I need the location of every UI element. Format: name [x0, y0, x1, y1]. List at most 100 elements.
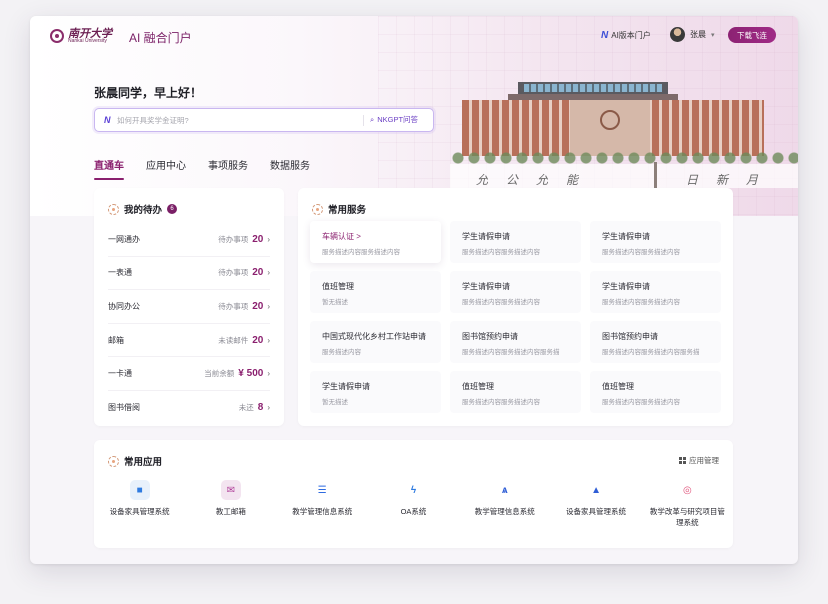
- people-icon: ѧ: [494, 480, 515, 500]
- service-item[interactable]: 图书馆预约申请 服务描述内容服务描述内容服务描: [450, 321, 581, 363]
- tab-zhitongche[interactable]: 直通车: [94, 157, 124, 180]
- nkgpt-ask-button[interactable]: ⌕ NKGPT问答: [370, 114, 418, 125]
- service-description: 服务描述内容: [322, 349, 361, 356]
- todo-item-name: 图书借阅: [108, 403, 140, 413]
- common-apps-card: 常用应用 应用管理 ■ 设备家具管理系统 ✉ 教工邮箱 ☰ 教学管理信息系统 ϟ OA系统 ѧ 教…: [94, 440, 733, 548]
- app-name: 教学改革与研究项目管理系统: [649, 507, 725, 527]
- service-name: 学生请假申请: [602, 232, 650, 241]
- app-name: 设备家具管理系统: [109, 507, 170, 516]
- flower-icon: [312, 203, 323, 215]
- chevron-right-icon: ›: [267, 234, 270, 244]
- service-description: 服务描述内容服务描述内容: [602, 249, 680, 256]
- app-manage-button[interactable]: 应用管理: [679, 455, 719, 466]
- greeting-text: 张晨同学，早上好！: [94, 86, 203, 100]
- logo-name-en: Nankai University: [68, 38, 107, 44]
- university-logo[interactable]: 南开大学 Nankai University: [50, 28, 112, 44]
- todo-item-label: 未读邮件: [218, 335, 249, 345]
- todo-item[interactable]: 一表通 待办事项 20 ›: [108, 257, 270, 291]
- chevron-right-icon: ›: [267, 301, 270, 311]
- services-card-title: 常用服务: [312, 202, 366, 216]
- tab-app-center[interactable]: 应用中心: [146, 157, 186, 180]
- service-item[interactable]: 车辆认证 > 服务描述内容服务描述内容: [310, 221, 441, 263]
- app-item[interactable]: ✉ 教工邮箱: [185, 480, 276, 528]
- apps-title: 常用应用: [124, 457, 163, 468]
- services-grid: 车辆认证 > 服务描述内容服务描述内容 学生请假申请 服务描述内容服务描述内容 学生请假…: [310, 221, 722, 413]
- app-item[interactable]: ϟ OA系统: [368, 480, 459, 528]
- service-description: 暂无描述: [322, 399, 348, 406]
- service-name: 值班管理: [322, 282, 354, 291]
- service-name: 学生请假申请: [322, 382, 370, 391]
- todo-list: 一网通办 待办事项 20 › 一表通 待办事项 20 › 协同办公 待办事项 20 › 邮箱…: [108, 223, 270, 425]
- todo-item-value: 20: [252, 334, 264, 346]
- service-name: 值班管理: [462, 382, 494, 391]
- service-item[interactable]: 学生请假申请服务描述内容服务描述内容: [590, 221, 721, 263]
- service-item[interactable]: 值班管理服务描述内容服务描述内容: [450, 371, 581, 413]
- todo-item-value: ¥ 500: [238, 368, 264, 380]
- main-tabs: 直通车 应用中心 事项服务 数据服务: [94, 157, 310, 180]
- todo-item[interactable]: 图书借阅 未还 8 ›: [108, 391, 270, 425]
- video-camera-icon: ■: [129, 480, 150, 500]
- colorful-icon: ◎: [677, 480, 698, 500]
- todo-item[interactable]: 一卡通 当前余额 ¥ 500 ›: [108, 357, 270, 391]
- todo-item-value: 20: [252, 267, 264, 279]
- triangle-icon: ▲: [586, 480, 607, 500]
- chevron-right-icon: ›: [267, 335, 270, 345]
- service-item[interactable]: 图书馆预约申请 服务描述内容服务描述内容服务描: [590, 321, 721, 363]
- service-name: 车辆认证 >: [322, 232, 361, 241]
- campus-building-image: 允公允能 日新月异: [450, 76, 798, 204]
- app-name: OA系统: [400, 507, 427, 516]
- top-bar: 南开大学 Nankai University AI 融合门户 N AI版本门户 …: [30, 16, 798, 56]
- service-name: 中国式现代化乡村工作站申请: [322, 332, 426, 341]
- ai-portal-link[interactable]: N AI版本门户: [601, 30, 651, 41]
- services-title: 常用服务: [328, 205, 367, 216]
- todo-item[interactable]: 邮箱 未读邮件 20 ›: [108, 324, 270, 358]
- mail-icon: ✉: [220, 480, 241, 500]
- todo-item-label: 未还: [238, 403, 254, 413]
- search-input[interactable]: [117, 112, 357, 128]
- service-item[interactable]: 学生请假申请 服务描述内容服务描述内容: [450, 221, 581, 263]
- todo-item-name: 邮箱: [108, 335, 124, 345]
- app-item[interactable]: ◎ 教学改革与研究项目管理系统: [642, 480, 733, 528]
- service-item[interactable]: 值班管理 服务描述内容服务描述内容: [590, 371, 721, 413]
- chevron-right-icon: ›: [267, 403, 270, 413]
- todo-item-value: 20: [252, 233, 264, 245]
- todo-item-label: 待办事项: [218, 268, 249, 278]
- service-item[interactable]: 学生请假申请 服务描述内容服务描述内容: [590, 271, 721, 313]
- service-name: 图书馆预约申请: [462, 332, 518, 341]
- tab-affairs-service[interactable]: 事项服务: [208, 157, 248, 180]
- todo-card: 我的待办 6 一网通办 待办事项 20 › 一表通 待办事项 20 › 协同办公 待办事…: [94, 188, 284, 426]
- service-item[interactable]: 值班管理 暂无描述: [310, 271, 441, 313]
- service-item[interactable]: 中国式现代化乡村工作站申请 服务描述内容: [310, 321, 441, 363]
- search-divider: [363, 115, 364, 126]
- app-item[interactable]: ■ 设备家具管理系统: [94, 480, 185, 528]
- todo-item[interactable]: 协同办公 待办事项 20 ›: [108, 290, 270, 324]
- app-item[interactable]: ☰ 教学管理信息系统: [277, 480, 368, 528]
- list-icon: ☰: [312, 480, 333, 500]
- todo-item-label: 待办事项: [218, 301, 249, 311]
- service-description: 服务描述内容服务描述内容: [462, 399, 540, 406]
- grid-icon: [679, 457, 686, 464]
- todo-item-name: 一网通办: [108, 234, 140, 244]
- flower-icon: [108, 455, 119, 467]
- app-manage-label: 应用管理: [689, 456, 719, 465]
- download-feilian-button[interactable]: 下载飞连: [728, 27, 776, 43]
- service-description: 暂无描述: [322, 299, 348, 306]
- apps-card-title: 常用应用: [108, 454, 162, 468]
- app-item[interactable]: ѧ 教学管理信息系统: [459, 480, 550, 528]
- todo-item-label: 当前余额: [204, 369, 235, 379]
- service-item[interactable]: 学生请假申请 暂无描述: [310, 371, 441, 413]
- search-bar: N ⌕ NKGPT问答: [94, 108, 434, 132]
- app-item[interactable]: ▲ 设备家具管理系统: [550, 480, 641, 528]
- oa-icon: ϟ: [403, 480, 424, 500]
- service-description: 服务描述内容服务描述内容: [462, 249, 540, 256]
- service-name: 值班管理: [602, 382, 634, 391]
- tab-data-service[interactable]: 数据服务: [270, 157, 310, 180]
- ai-portal-label: AI版本门户: [611, 31, 651, 40]
- service-name: 图书馆预约申请: [602, 332, 658, 341]
- todo-item-name: 一卡通: [108, 369, 132, 379]
- service-item[interactable]: 学生请假申请 服务描述内容服务描述内容: [450, 271, 581, 313]
- user-menu[interactable]: 张晨 ▾: [670, 27, 715, 42]
- service-description: 服务描述内容服务描述内容: [322, 249, 400, 256]
- app-name: 教学管理信息系统: [474, 507, 535, 516]
- todo-item[interactable]: 一网通办 待办事项 20 ›: [108, 223, 270, 257]
